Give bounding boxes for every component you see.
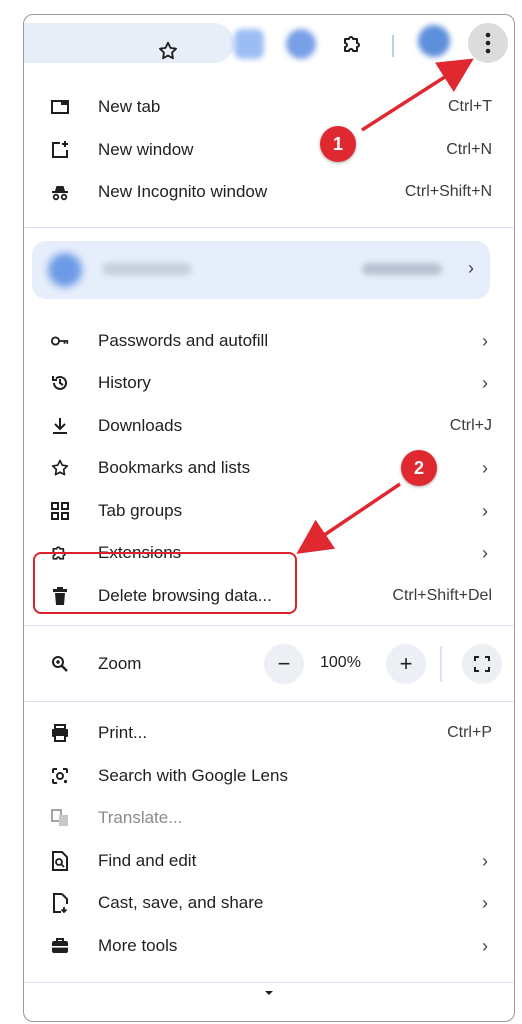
menu-item-shortcut: Ctrl+J [449,417,492,434]
zoom-row: Zoom − 100% + [24,644,514,684]
menu-item-label: Downloads [98,416,183,435]
find-icon [50,851,70,871]
new-window-icon [50,140,70,160]
menu-item-label: Passwords and autofill [98,331,269,350]
star-icon [50,458,70,478]
menu-item-label: Translate... [98,808,183,827]
menu-item-label: Print... [98,723,148,742]
bookmark-star-icon[interactable] [154,37,182,65]
menu-item-new-tab[interactable]: New tab Ctrl+T [24,87,514,127]
translate-icon [50,808,70,828]
menu-item-downloads[interactable]: Downloads Ctrl+J [24,406,514,446]
chevron-right-icon: › [482,542,488,563]
tab-groups-icon [50,501,70,521]
chrome-menu-button[interactable] [468,23,508,63]
key-icon [50,331,70,351]
chevron-right-icon: › [482,330,488,351]
menu-item-label: Search with Google Lens [98,766,288,785]
toolbox-icon [50,936,70,956]
zoom-icon [50,654,70,674]
browser-toolbar [24,15,514,67]
menu-divider [24,227,514,228]
profile-avatar-blurred [48,253,82,287]
menu-item-shortcut: Ctrl+N [446,141,492,158]
menu-item-label: Cast, save, and share [98,893,264,912]
history-icon [50,373,70,393]
fullscreen-icon [474,656,490,672]
chevron-right-icon: › [482,850,488,871]
chrome-menu-window: New tab Ctrl+T New window Ctrl+N New Inc… [23,14,515,1022]
menu-item-label: Tab groups [98,501,183,520]
zoom-separator [440,646,442,682]
menu-item-label: New Incognito window [98,182,268,201]
menu-item-bookmarks[interactable]: Bookmarks and lists › [24,448,514,488]
zoom-in-button[interactable]: + [386,644,426,684]
lens-icon [50,766,70,786]
chevron-right-icon: › [482,892,488,913]
chevron-right-icon: › [468,258,474,278]
menu-item-find-and-edit[interactable]: Find and edit › [24,841,514,881]
profile-name-blurred [102,263,192,275]
chevron-right-icon: › [482,935,488,956]
toolbar-separator [392,35,394,57]
menu-item-label: New window [98,140,194,159]
step-badge-1: 1 [320,126,356,162]
menu-item-tab-groups[interactable]: Tab groups › [24,491,514,531]
profile-row[interactable]: › [32,241,490,299]
menu-item-shortcut: Ctrl+P [447,724,492,741]
menu-item-label: More tools [98,936,178,955]
profile-status-blurred [362,263,442,275]
menu-item-label: Find and edit [98,851,197,870]
menu-item-shortcut: Ctrl+T [448,98,492,115]
zoom-label: Zoom [98,654,142,673]
extensions-puzzle-icon[interactable] [338,29,368,59]
menu-item-shortcut: Ctrl+Shift+N [404,183,492,200]
menu-item-more-tools[interactable]: More tools › [24,926,514,966]
menu-item-new-incognito[interactable]: New Incognito window Ctrl+Shift+N [24,172,514,212]
fullscreen-button[interactable] [462,644,502,684]
address-bar[interactable] [24,23,234,63]
chevron-right-icon: › [482,500,488,521]
zoom-out-button[interactable]: − [264,644,304,684]
chevron-right-icon: › [482,457,488,478]
cast-icon [50,893,70,913]
menu-item-passwords[interactable]: Passwords and autofill › [24,321,514,361]
menu-divider [24,625,514,626]
highlight-box [33,552,297,614]
menu-item-google-lens[interactable]: Search with Google Lens [24,756,514,796]
menu-item-label: History [98,373,151,392]
menu-item-new-window[interactable]: New window Ctrl+N [24,130,514,170]
menu-item-label: New tab [98,97,161,116]
print-icon [50,723,70,743]
menu-item-label: Bookmarks and lists [98,458,251,477]
incognito-icon [50,182,70,202]
menu-item-history[interactable]: History › [24,363,514,403]
caret-down-icon [265,991,273,995]
new-tab-icon [50,97,70,117]
menu-item-print[interactable]: Print... Ctrl+P [24,713,514,753]
more-vert-icon [485,32,491,54]
step-badge-2: 2 [401,450,437,486]
extension-icon-blurred[interactable] [286,29,316,59]
profile-avatar[interactable] [418,25,450,57]
menu-item-translate[interactable]: Translate... [24,798,514,838]
menu-divider [24,701,514,702]
extension-icon-blurred[interactable] [234,29,264,59]
zoom-level: 100% [320,654,361,671]
menu-item-cast-save-share[interactable]: Cast, save, and share › [24,883,514,923]
menu-expand-button[interactable] [24,965,514,1021]
menu-item-shortcut: Ctrl+Shift+Del [392,587,492,604]
chevron-right-icon: › [482,372,488,393]
download-icon [50,416,70,436]
